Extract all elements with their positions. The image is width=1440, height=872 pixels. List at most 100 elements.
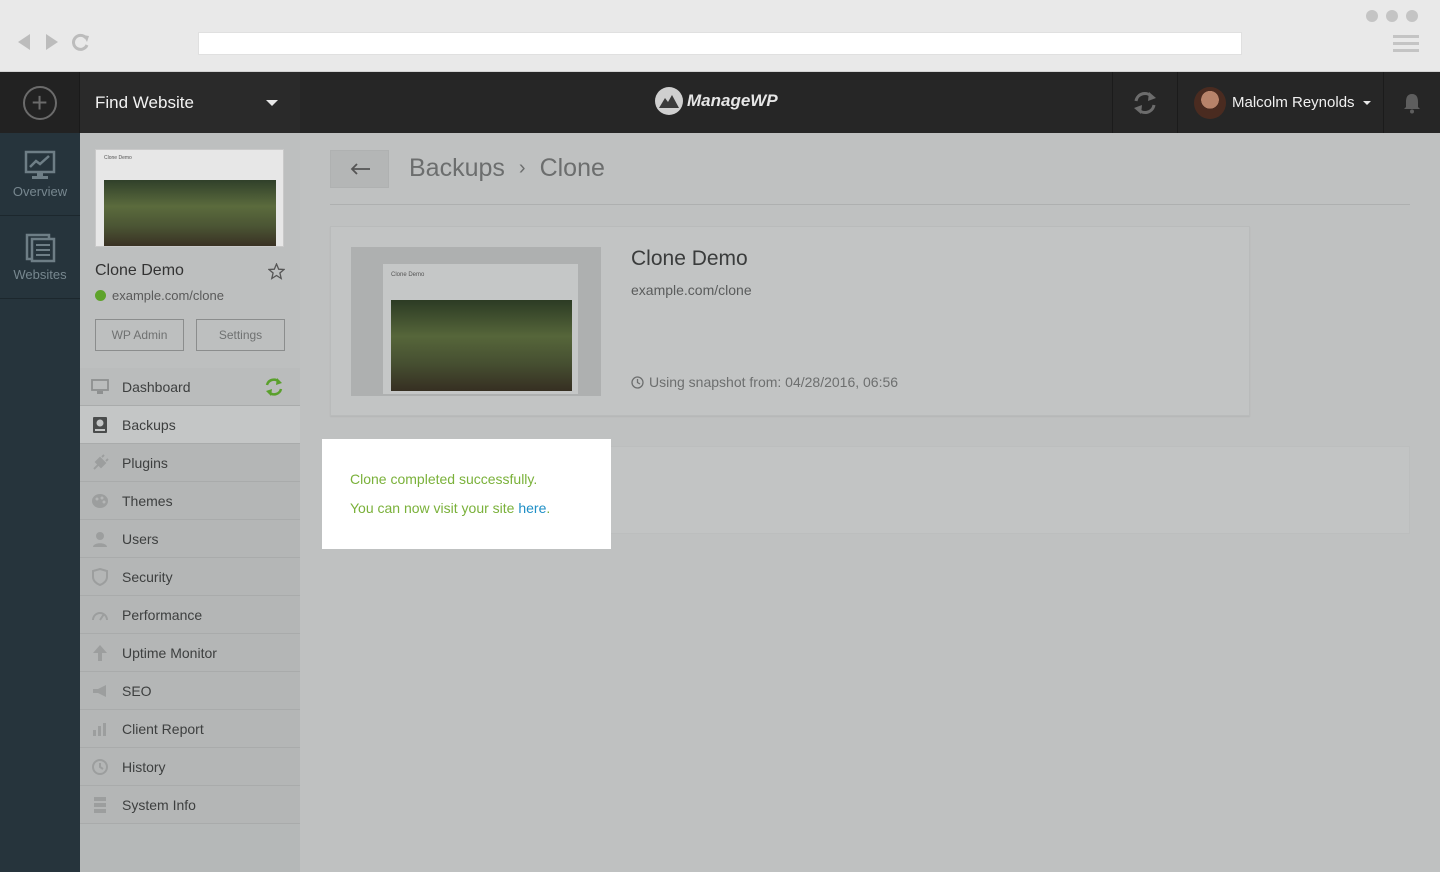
site-card: Clone Demo Clone Demo example.com/clone … [80, 133, 300, 368]
menu-item-label: History [122, 758, 166, 775]
menu-item-label: Dashboard [122, 378, 191, 395]
address-bar[interactable] [198, 32, 1242, 55]
report-chart-icon [90, 720, 110, 738]
reload-icon[interactable] [72, 33, 90, 51]
menu-item-users[interactable]: Users [80, 520, 300, 558]
shield-icon [90, 567, 110, 586]
speedometer-icon [90, 606, 110, 624]
success-line-2-text: You can now visit your site [350, 500, 519, 516]
browser-chrome [0, 0, 1440, 72]
rail-item-websites[interactable]: Websites [0, 216, 80, 299]
menu-item-security[interactable]: Security [80, 558, 300, 596]
mountain-logo-icon [655, 87, 683, 115]
visit-site-link[interactable]: here [518, 500, 546, 516]
managewp-logo: ManageWP [655, 87, 778, 115]
thumbnail-title: Clone Demo [104, 155, 132, 161]
user-name: Malcolm Reynolds [1232, 94, 1355, 111]
snapshot-info: Using snapshot from: 04/28/2016, 06:56 [631, 374, 898, 390]
notifications-button[interactable] [1384, 72, 1440, 133]
rail-item-overview[interactable]: Overview [0, 133, 80, 216]
success-line-2: You can now visit your site here. [350, 494, 583, 523]
forward-arrow-icon[interactable] [44, 33, 60, 51]
preview-title: Clone Demo [391, 272, 425, 278]
menu-item-label: Themes [122, 492, 173, 509]
breadcrumb-parent[interactable]: Backups [409, 154, 505, 183]
wp-admin-button[interactable]: WP Admin [95, 319, 184, 351]
top-bar: + Find Website ManageWP Malcolm Reynolds [0, 72, 1440, 133]
user-menu[interactable]: Malcolm Reynolds [1178, 72, 1384, 133]
megaphone-icon [90, 682, 110, 700]
menu-item-label: System Info [122, 796, 196, 813]
success-line-1: Clone completed successfully. [350, 471, 538, 487]
menu-item-label: Backups [122, 416, 176, 433]
back-button[interactable] [330, 150, 389, 188]
pages-icon [25, 233, 56, 262]
menu-item-label: Plugins [122, 454, 168, 471]
snapshot-text: Using snapshot from: 04/28/2016, 06:56 [649, 374, 899, 390]
sync-button[interactable] [1112, 72, 1178, 133]
rail-item-label: Overview [12, 183, 68, 199]
menu-item-label: Performance [122, 606, 203, 623]
preview-photo [391, 300, 572, 391]
detail-url: example.com/clone [631, 282, 752, 298]
detail-title: Clone Demo [631, 247, 748, 270]
left-rail: Overview Websites [0, 133, 80, 872]
star-icon[interactable] [268, 262, 285, 280]
rail-item-label: Websites [13, 266, 67, 282]
site-url-row: example.com/clone [95, 288, 285, 303]
menu-item-performance[interactable]: Performance [80, 596, 300, 634]
server-icon [90, 796, 110, 814]
site-url[interactable]: example.com/clone [112, 288, 224, 303]
refresh-icon[interactable] [264, 377, 284, 402]
site-thumbnail[interactable]: Clone Demo [95, 149, 284, 247]
menu-item-client-report[interactable]: Client Report [80, 710, 300, 748]
backup-drive-icon [90, 416, 110, 434]
chevron-down-icon [266, 99, 278, 106]
arrow-up-icon [90, 644, 110, 662]
arrow-left-icon [350, 163, 370, 175]
thumbnail-photo [104, 180, 276, 246]
site-preview: Clone Demo [351, 247, 601, 396]
settings-button[interactable]: Settings [196, 319, 285, 351]
site-name: Clone Demo [95, 262, 184, 279]
menu-item-seo[interactable]: SEO [80, 672, 300, 710]
window-dots [1366, 10, 1418, 22]
breadcrumb-current: Clone [539, 154, 605, 182]
breadcrumb-separator: › [518, 157, 526, 179]
menu-item-plugins[interactable]: Plugins [80, 444, 300, 482]
divider [330, 204, 1410, 205]
menu-item-history[interactable]: History [80, 748, 300, 786]
menu-item-backups[interactable]: Backups [80, 406, 300, 444]
menu-item-system-info[interactable]: System Info [80, 786, 300, 824]
find-website-label: Find Website [95, 92, 194, 112]
user-icon [90, 530, 110, 548]
find-website-dropdown[interactable]: Find Website [80, 72, 300, 133]
clock-icon [90, 758, 110, 776]
browser-nav [16, 33, 90, 51]
preview-screenshot: Clone Demo [383, 264, 578, 394]
palette-icon [90, 492, 110, 510]
add-website-button[interactable]: + [0, 72, 80, 133]
site-detail-card: Clone Demo Clone Demo example.com/clone … [330, 226, 1250, 416]
success-line-2-suffix: . [546, 500, 551, 516]
menu-item-dashboard[interactable]: Dashboard [80, 368, 300, 406]
chart-monitor-icon [24, 150, 56, 179]
menu-item-label: SEO [122, 682, 152, 699]
site-menu: Dashboard Backups Plugins Themes Users S… [80, 368, 300, 824]
bell-icon [1404, 93, 1420, 113]
plug-icon [90, 453, 110, 472]
menu-item-label: Security [122, 568, 173, 585]
sync-icon [1134, 91, 1156, 114]
menu-item-label: Users [122, 530, 159, 547]
clock-icon [631, 375, 644, 389]
hamburger-menu-icon[interactable] [1393, 35, 1419, 56]
site-sidebar: Clone Demo Clone Demo example.com/clone … [80, 133, 300, 872]
clone-success-message: Clone completed successfully. You can no… [322, 439, 611, 549]
menu-item-themes[interactable]: Themes [80, 482, 300, 520]
globe-icon [95, 290, 106, 301]
plus-icon: + [22, 85, 57, 120]
menu-item-uptime-monitor[interactable]: Uptime Monitor [80, 634, 300, 672]
back-arrow-icon[interactable] [16, 33, 32, 51]
site-actions: WP Admin Settings [95, 319, 285, 351]
menu-item-label: Uptime Monitor [122, 644, 217, 661]
